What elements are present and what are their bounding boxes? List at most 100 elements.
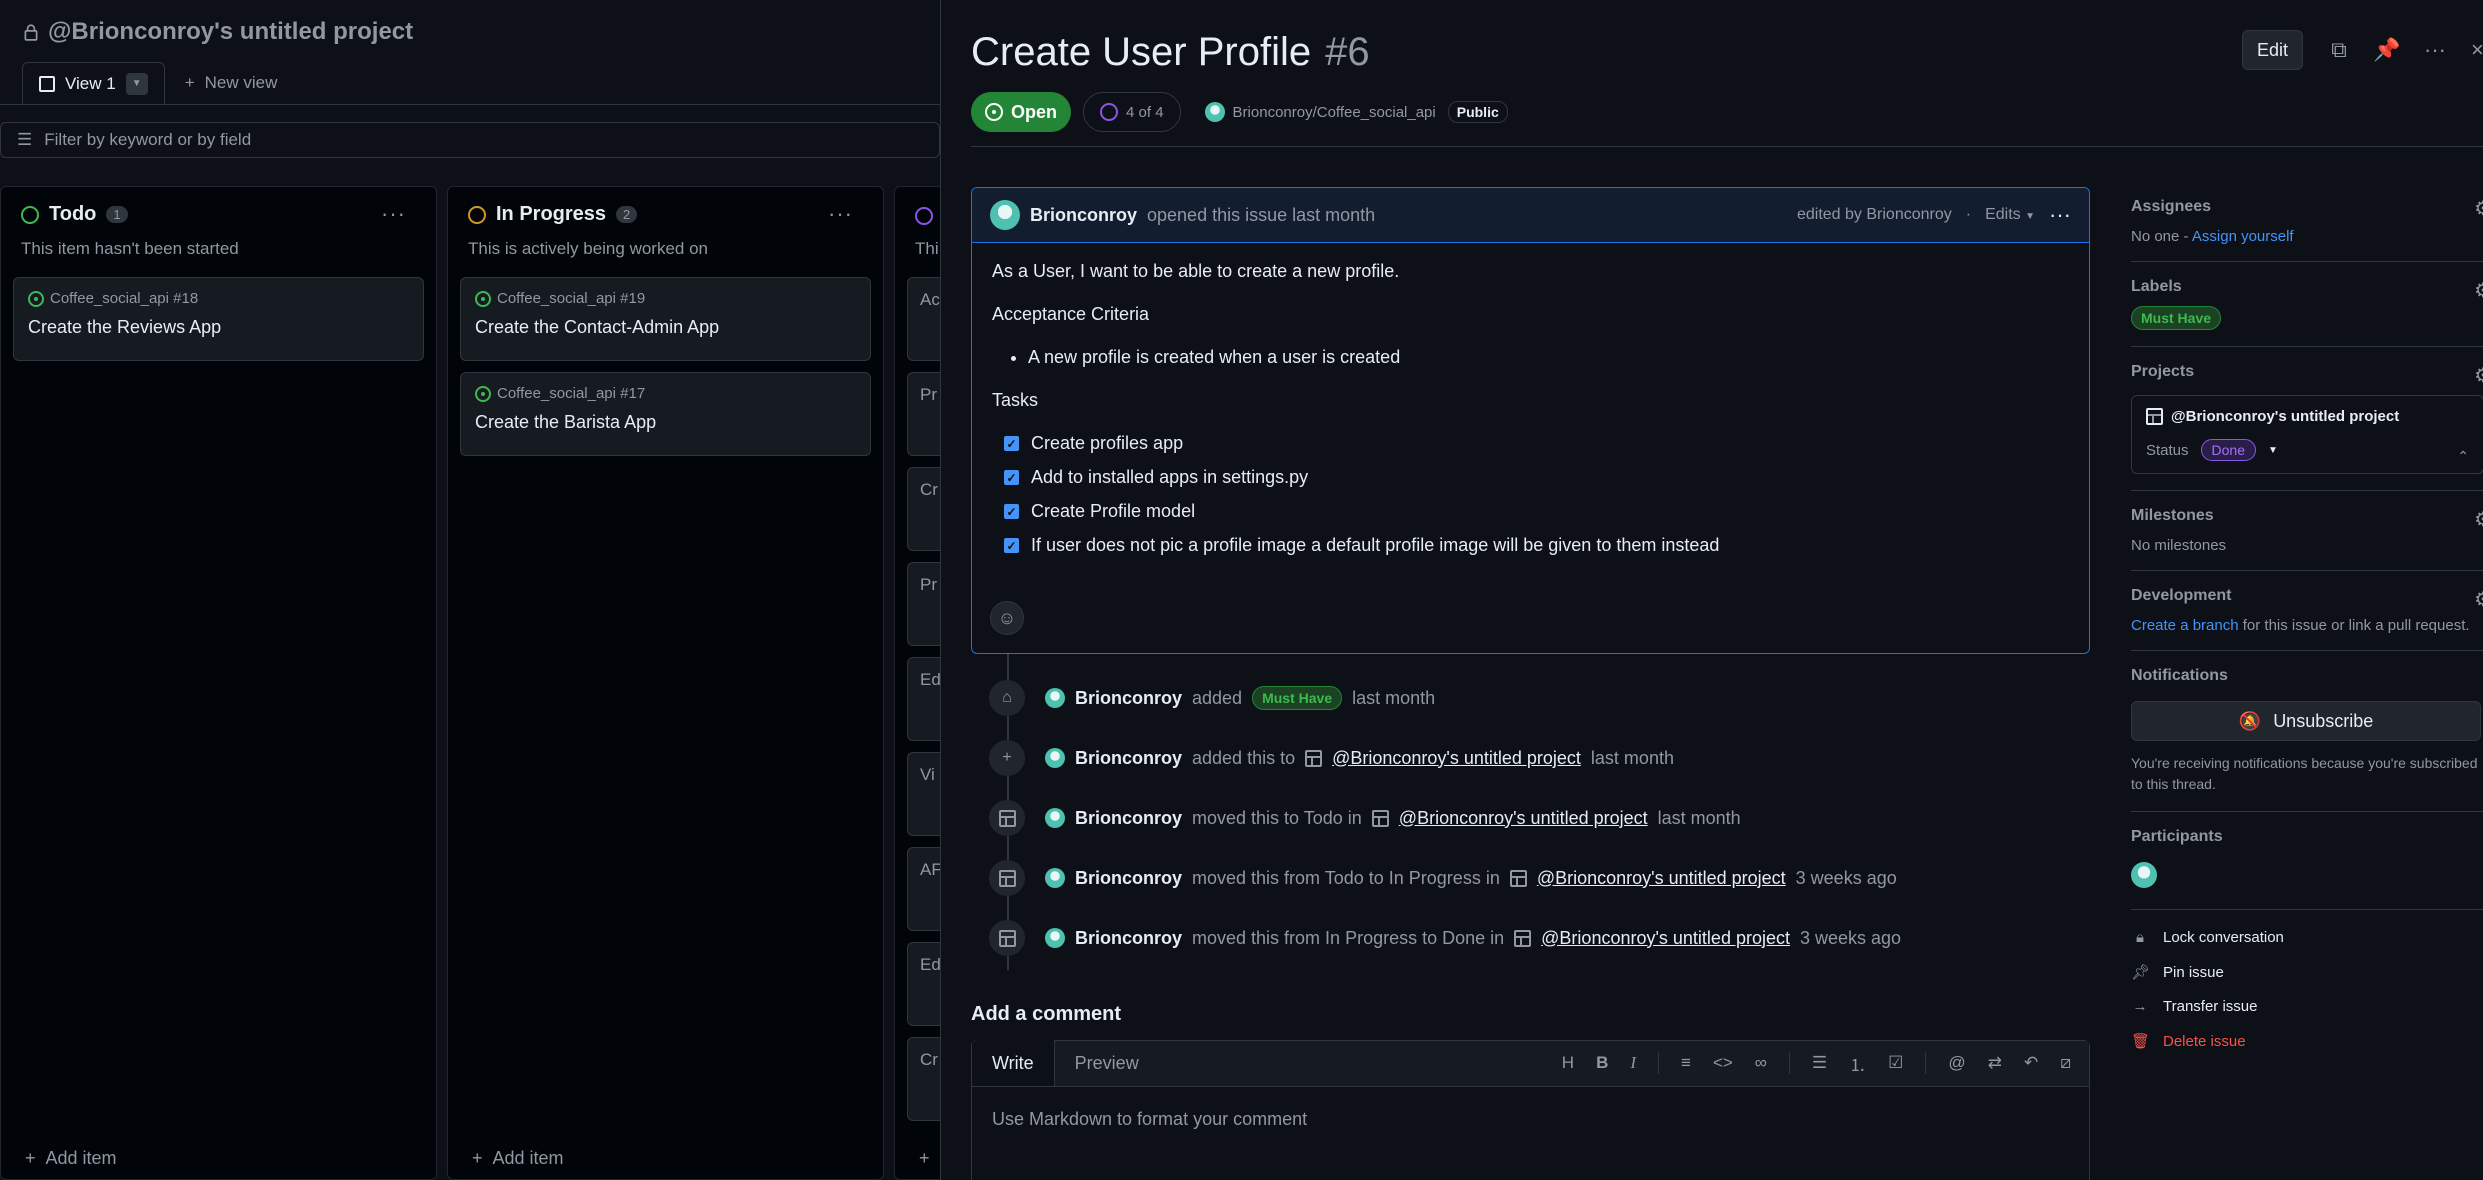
chevron-down-icon[interactable]: ▼: [2268, 445, 2278, 456]
avatar[interactable]: [1045, 688, 1065, 708]
issue-open-icon: [475, 385, 491, 402]
divider: [971, 146, 2483, 147]
action-label: Lock conversation: [2163, 929, 2284, 946]
progress-circle-icon: [1100, 103, 1119, 121]
add-item-button[interactable]: + Add item: [25, 1148, 117, 1169]
unsubscribe-button[interactable]: 🔕 Unsubscribe: [2131, 701, 2481, 741]
more-icon[interactable]: ···: [2049, 202, 2071, 228]
delete-issue-button[interactable]: 🗑︎ Delete issue: [2131, 1032, 2483, 1051]
mention-icon[interactable]: @: [1948, 1053, 1965, 1073]
table-icon: [1371, 809, 1389, 827]
copy-icon[interactable]: ⧉: [2327, 37, 2351, 62]
task-label: If user does not pic a profile image a d…: [1031, 535, 1720, 555]
bullet-list-icon[interactable]: ☰: [1812, 1053, 1827, 1073]
gear-icon[interactable]: ⚙: [2474, 507, 2483, 532]
label-badge[interactable]: Must Have: [2131, 306, 2222, 330]
new-view-button[interactable]: + New view: [185, 73, 278, 93]
board-card[interactable]: Coffee_social_api #17 Create the Barista…: [460, 372, 871, 456]
heading-icon[interactable]: H: [1562, 1053, 1574, 1073]
pin-icon[interactable]: 📌: [2373, 37, 2400, 62]
edits-dropdown[interactable]: Edits ▼: [1985, 206, 2035, 224]
event-author[interactable]: Brionconroy: [1075, 868, 1182, 889]
gear-icon[interactable]: ⚙: [2474, 363, 2483, 388]
column-name: In Progress: [496, 203, 607, 225]
reply-icon[interactable]: ↶: [2024, 1053, 2038, 1073]
filter-input[interactable]: ☰ Filter by keyword or by field: [0, 122, 940, 158]
task-checkbox[interactable]: ✓: [1004, 504, 1019, 519]
avatar[interactable]: [1045, 748, 1065, 768]
comment-input[interactable]: Use Markdown to format your comment: [992, 1109, 1307, 1130]
smiley-icon[interactable]: ☺: [990, 601, 1024, 635]
assignees-none: No one -: [2131, 228, 2189, 245]
gear-icon[interactable]: ⚙: [2474, 278, 2483, 303]
toolbar-divider: [1925, 1052, 1927, 1074]
label-badge[interactable]: Must Have: [1252, 686, 1343, 710]
avatar[interactable]: [990, 200, 1020, 230]
tab-view-1[interactable]: View 1 ▼: [22, 62, 165, 104]
event-author[interactable]: Brionconroy: [1075, 688, 1182, 709]
close-icon[interactable]: ×: [2471, 38, 2483, 62]
transfer-issue-button[interactable]: → Transfer issue: [2131, 998, 2483, 1015]
add-item-button[interactable]: +: [919, 1148, 930, 1169]
task-progress[interactable]: 4 of 4: [1083, 92, 1181, 132]
board-card[interactable]: Coffee_social_api #18 Create the Reviews…: [13, 277, 424, 361]
event-author[interactable]: Brionconroy: [1075, 748, 1182, 769]
timeline-event: ⌂ Brionconroy added Must Have last month: [989, 680, 1435, 716]
create-branch-link[interactable]: Create a branch: [2131, 617, 2239, 634]
event-author[interactable]: Brionconroy: [1075, 808, 1182, 829]
more-icon[interactable]: ···: [2423, 37, 2447, 62]
quote-icon[interactable]: ≡: [1681, 1053, 1691, 1073]
status-label: Status: [2146, 441, 2189, 459]
sidebar-development: Development ⚙ Create a branch for this i…: [2131, 571, 2483, 651]
board-view-icon: [39, 75, 55, 92]
more-icon[interactable]: ···: [381, 201, 406, 227]
code-icon[interactable]: <>: [1713, 1053, 1733, 1073]
avatar[interactable]: [1045, 808, 1065, 828]
project-link[interactable]: @Brionconroy's untitled project: [1541, 928, 1790, 949]
toolbar-divider: [1658, 1052, 1660, 1074]
card-title: Create the Barista App: [475, 412, 657, 432]
column-header: Todo 1: [21, 203, 128, 226]
task-checkbox[interactable]: ✓: [1004, 436, 1019, 451]
status-circle-icon: [21, 205, 39, 224]
gear-icon[interactable]: ⚙: [2474, 196, 2483, 221]
task-checkbox[interactable]: ✓: [1004, 470, 1019, 485]
gear-icon[interactable]: ⚙: [2474, 587, 2483, 612]
avatar[interactable]: [1045, 928, 1065, 948]
project-link[interactable]: @Brionconroy's untitled project: [1399, 808, 1648, 829]
table-icon: [2146, 408, 2163, 425]
project-link[interactable]: @Brionconroy's untitled project: [2146, 408, 2469, 425]
cross-reference-icon[interactable]: ⇄: [1988, 1053, 2002, 1073]
comment-editor: Write Preview H B I ≡ <> ∞ ☰ ⒈ ☑ @ ⇄ ↶ ⧄: [971, 1040, 2090, 1180]
board-card[interactable]: Coffee_social_api #19 Create the Contact…: [460, 277, 871, 361]
list-item: A new profile is created when a user is …: [1028, 347, 2069, 368]
comment-author[interactable]: Brionconroy: [1030, 205, 1137, 226]
slash-command-icon[interactable]: ⧄: [2060, 1053, 2071, 1073]
numbered-list-icon[interactable]: ⒈: [1849, 1051, 1866, 1076]
more-icon[interactable]: ···: [828, 201, 853, 227]
tab-preview[interactable]: Preview: [1055, 1040, 1159, 1086]
event-author[interactable]: Brionconroy: [1075, 928, 1182, 949]
issue-title: Create User Profile #6: [971, 30, 1370, 75]
avatar[interactable]: [2131, 862, 2157, 888]
add-item-button[interactable]: + Add item: [472, 1148, 564, 1169]
project-link[interactable]: @Brionconroy's untitled project: [1537, 868, 1786, 889]
task-list-icon[interactable]: ☑: [1888, 1053, 1903, 1073]
pin-issue-button[interactable]: 📌︎ Pin issue: [2131, 963, 2483, 982]
participants-list: [2131, 862, 2483, 893]
status-badge[interactable]: Done: [2200, 439, 2256, 461]
milestones-value: No milestones: [2131, 537, 2227, 554]
repo-link[interactable]: Brionconroy/Coffee_social_api: [1204, 102, 1436, 122]
chevron-down-icon[interactable]: ▼: [125, 72, 148, 95]
italic-icon[interactable]: I: [1630, 1053, 1636, 1073]
chevron-up-icon[interactable]: ⌃: [2457, 448, 2469, 465]
link-icon[interactable]: ∞: [1755, 1053, 1767, 1073]
lock-conversation-button[interactable]: 🔒︎ Lock conversation: [2131, 929, 2483, 946]
avatar[interactable]: [1045, 868, 1065, 888]
project-link[interactable]: @Brionconroy's untitled project: [1332, 748, 1581, 769]
bold-icon[interactable]: B: [1596, 1053, 1608, 1073]
task-checkbox[interactable]: ✓: [1004, 538, 1019, 553]
assign-yourself-link[interactable]: Assign yourself: [2192, 228, 2294, 245]
tab-write[interactable]: Write: [972, 1040, 1055, 1086]
edit-button[interactable]: Edit: [2241, 30, 2303, 70]
